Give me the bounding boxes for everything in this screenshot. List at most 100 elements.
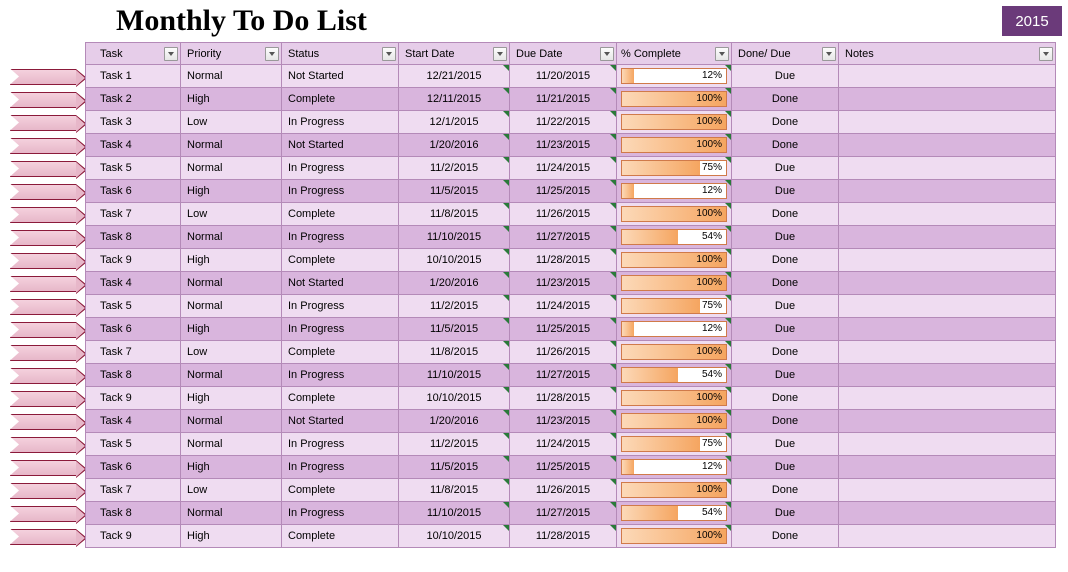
cell-start-date[interactable]: 10/10/2015 [398,386,510,410]
cell-priority[interactable]: Low [180,110,282,134]
cell-notes[interactable] [838,317,1056,341]
cell-notes[interactable] [838,133,1056,157]
cell-done-due[interactable]: Done [731,202,839,226]
cell-notes[interactable] [838,271,1056,295]
cell-start-date[interactable]: 11/5/2015 [398,317,510,341]
cell-status[interactable]: In Progress [281,110,399,134]
cell-task[interactable]: Task 6 [85,317,181,341]
cell-due-date[interactable]: 11/24/2015 [509,294,617,318]
cell-notes[interactable] [838,432,1056,456]
cell-status[interactable]: In Progress [281,225,399,249]
cell-start-date[interactable]: 11/8/2015 [398,202,510,226]
cell-task[interactable]: Task 4 [85,133,181,157]
cell-notes[interactable] [838,409,1056,433]
col-header-status[interactable]: Status [281,42,399,65]
cell-start-date[interactable]: 11/8/2015 [398,478,510,502]
cell-priority[interactable]: High [180,386,282,410]
cell-priority[interactable]: High [180,317,282,341]
cell-notes[interactable] [838,524,1056,548]
cell-done-due[interactable]: Done [731,87,839,111]
cell-task[interactable]: Task 3 [85,110,181,134]
cell-done-due[interactable]: Due [731,432,839,456]
cell-task[interactable]: Task 7 [85,478,181,502]
cell-due-date[interactable]: 11/26/2015 [509,340,617,364]
cell-percent-complete[interactable]: 100% [616,386,732,410]
cell-status[interactable]: Complete [281,478,399,502]
cell-notes[interactable] [838,363,1056,387]
cell-start-date[interactable]: 1/20/2016 [398,133,510,157]
cell-done-due[interactable]: Done [731,271,839,295]
cell-status[interactable]: Complete [281,202,399,226]
cell-status[interactable]: Complete [281,524,399,548]
cell-done-due[interactable]: Due [731,179,839,203]
cell-priority[interactable]: Normal [180,363,282,387]
cell-status[interactable]: In Progress [281,363,399,387]
cell-start-date[interactable]: 11/5/2015 [398,455,510,479]
cell-start-date[interactable]: 11/2/2015 [398,294,510,318]
cell-notes[interactable] [838,202,1056,226]
cell-done-due[interactable]: Due [731,225,839,249]
cell-status[interactable]: In Progress [281,432,399,456]
cell-percent-complete[interactable]: 100% [616,340,732,364]
cell-start-date[interactable]: 12/11/2015 [398,87,510,111]
cell-done-due[interactable]: Done [731,524,839,548]
cell-status[interactable]: Not Started [281,64,399,88]
cell-task[interactable]: Task 2 [85,87,181,111]
cell-done-due[interactable]: Due [731,294,839,318]
cell-done-due[interactable]: Due [731,501,839,525]
cell-start-date[interactable]: 10/10/2015 [398,524,510,548]
cell-status[interactable]: Complete [281,340,399,364]
cell-done-due[interactable]: Due [731,156,839,180]
cell-start-date[interactable]: 12/21/2015 [398,64,510,88]
cell-task[interactable]: Task 4 [85,271,181,295]
cell-status[interactable]: Not Started [281,271,399,295]
cell-task[interactable]: Tack 9 [85,248,181,272]
cell-status[interactable]: In Progress [281,179,399,203]
col-header-due-date[interactable]: Due Date [509,42,617,65]
cell-due-date[interactable]: 11/27/2015 [509,225,617,249]
cell-due-date[interactable]: 11/28/2015 [509,248,617,272]
filter-dropdown-icon[interactable] [493,47,507,61]
cell-status[interactable]: Complete [281,248,399,272]
filter-dropdown-icon[interactable] [164,47,178,61]
cell-due-date[interactable]: 11/24/2015 [509,156,617,180]
cell-due-date[interactable]: 11/23/2015 [509,133,617,157]
cell-percent-complete[interactable]: 12% [616,179,732,203]
col-header-task[interactable]: Task [85,42,181,65]
cell-priority[interactable]: Low [180,202,282,226]
cell-status[interactable]: Complete [281,386,399,410]
cell-priority[interactable]: Normal [180,409,282,433]
cell-percent-complete[interactable]: 75% [616,294,732,318]
cell-status[interactable]: In Progress [281,501,399,525]
filter-dropdown-icon[interactable] [600,47,614,61]
col-header-done-due[interactable]: Done/ Due [731,42,839,65]
cell-status[interactable]: Complete [281,87,399,111]
cell-task[interactable]: Task 5 [85,156,181,180]
cell-notes[interactable] [838,225,1056,249]
cell-notes[interactable] [838,179,1056,203]
cell-due-date[interactable]: 11/26/2015 [509,478,617,502]
cell-status[interactable]: In Progress [281,156,399,180]
filter-dropdown-icon[interactable] [382,47,396,61]
cell-percent-complete[interactable]: 12% [616,64,732,88]
cell-start-date[interactable]: 10/10/2015 [398,248,510,272]
cell-start-date[interactable]: 11/10/2015 [398,363,510,387]
cell-due-date[interactable]: 11/25/2015 [509,179,617,203]
cell-status[interactable]: In Progress [281,294,399,318]
cell-task[interactable]: Tack 9 [85,386,181,410]
cell-done-due[interactable]: Done [731,110,839,134]
cell-priority[interactable]: Low [180,478,282,502]
cell-priority[interactable]: High [180,524,282,548]
cell-priority[interactable]: Normal [180,432,282,456]
cell-start-date[interactable]: 1/20/2016 [398,409,510,433]
cell-priority[interactable]: High [180,455,282,479]
cell-due-date[interactable]: 11/24/2015 [509,432,617,456]
cell-notes[interactable] [838,340,1056,364]
cell-due-date[interactable]: 11/20/2015 [509,64,617,88]
cell-done-due[interactable]: Due [731,455,839,479]
cell-start-date[interactable]: 11/2/2015 [398,432,510,456]
cell-notes[interactable] [838,64,1056,88]
cell-task[interactable]: Task 1 [85,64,181,88]
cell-done-due[interactable]: Done [731,386,839,410]
cell-due-date[interactable]: 11/28/2015 [509,386,617,410]
